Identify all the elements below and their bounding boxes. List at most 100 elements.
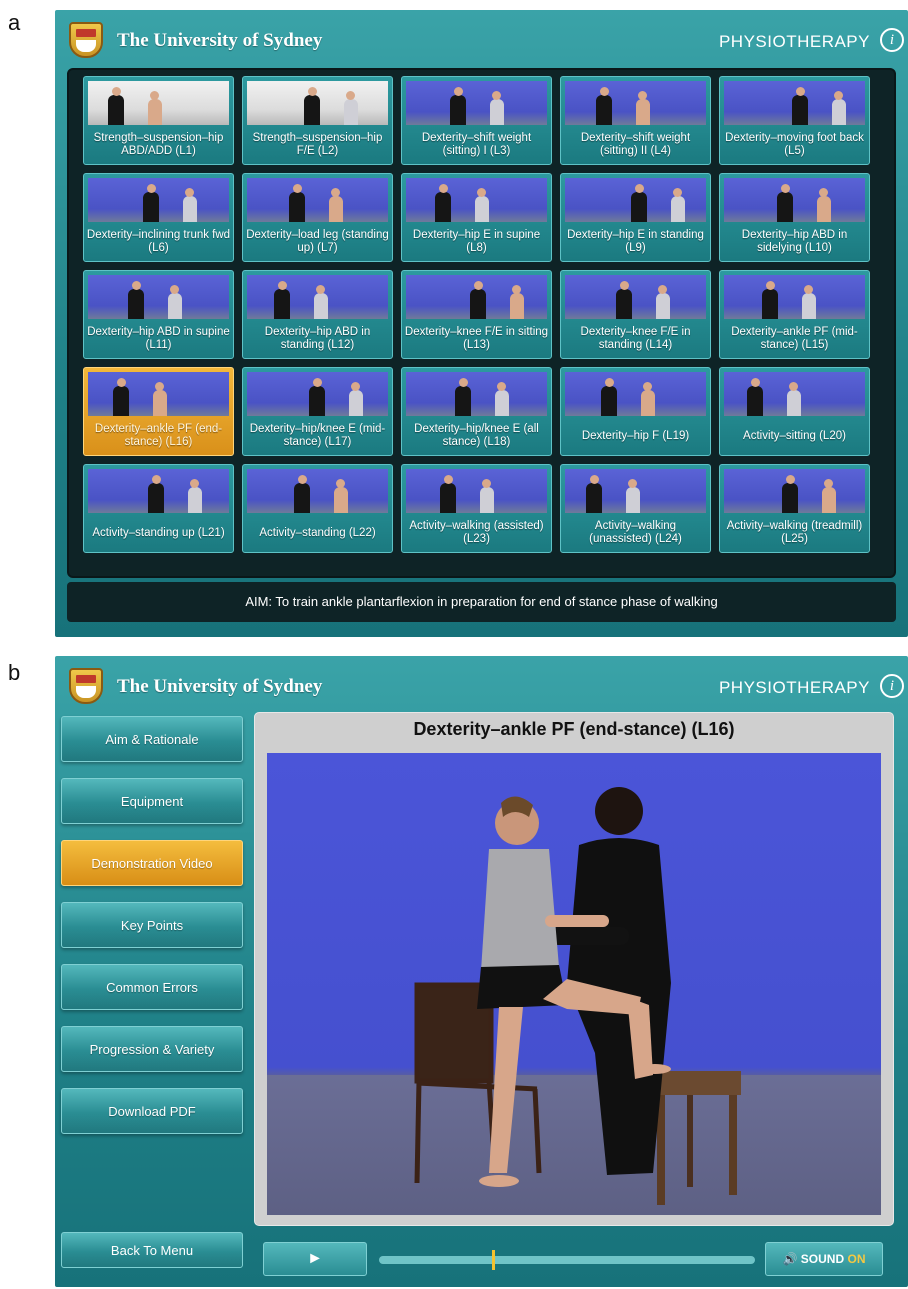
figure-head <box>600 87 609 96</box>
exercise-tile[interactable]: Activity–walking (treadmill) (L25) <box>719 464 870 553</box>
exercise-tile[interactable]: Dexterity–knee F/E in sitting (L13) <box>401 270 552 359</box>
exercise-tile-label: Dexterity–hip E in supine (L8) <box>412 229 541 254</box>
figure-head <box>512 285 521 294</box>
sound-toggle-button[interactable]: 🔊 SOUND ON <box>765 1242 883 1276</box>
back-to-menu-button[interactable]: Back To Menu <box>61 1232 243 1268</box>
patient-silhouette <box>822 487 836 513</box>
section-menu-item[interactable]: Common Errors <box>61 964 243 1010</box>
therapist-silhouette <box>108 95 124 125</box>
patient-silhouette <box>148 99 162 125</box>
figure-head <box>643 382 652 391</box>
therapist-silhouette <box>309 386 325 416</box>
info-icon[interactable]: i <box>880 674 904 698</box>
exercise-tile[interactable]: Activity–standing (L22) <box>242 464 393 553</box>
exercise-tile[interactable]: Dexterity–hip ABD in standing (L12) <box>242 270 393 359</box>
patient-silhouette <box>510 293 524 319</box>
exercise-tile[interactable]: Strength–suspension–hip F/E (L2) <box>242 76 393 165</box>
exercise-thumbnail <box>88 469 229 513</box>
exercise-tile[interactable]: Dexterity–ankle PF (end-stance) (L16) <box>83 367 234 456</box>
therapist-silhouette <box>762 289 778 319</box>
section-menu-item[interactable]: Key Points <box>61 902 243 948</box>
patient-silhouette <box>153 390 167 416</box>
exercise-tile[interactable]: Dexterity–hip E in standing (L9) <box>560 173 711 262</box>
exercise-thumbnail <box>88 81 229 125</box>
exercise-tile-label: Dexterity–knee F/E in standing (L14) <box>580 326 691 351</box>
department-title: PHYSIOTHERAPY <box>718 678 870 697</box>
figure-head <box>316 285 325 294</box>
figure-head <box>492 91 501 100</box>
exercise-tile-label: Dexterity–hip/knee E (mid-stance) (L17) <box>249 423 386 448</box>
therapist-silhouette <box>113 386 129 416</box>
panel-label-a: a <box>8 10 21 35</box>
exercise-tile[interactable]: Dexterity–hip F (L19) <box>560 367 711 456</box>
section-menu-item[interactable]: Progression & Variety <box>61 1026 243 1072</box>
progress-handle[interactable] <box>492 1250 495 1270</box>
therapist-silhouette <box>435 192 451 222</box>
exercise-tile[interactable]: Dexterity–hip E in supine (L8) <box>401 173 552 262</box>
exercise-thumbnail <box>724 275 865 319</box>
exercise-tile[interactable]: Dexterity–moving foot back (L5) <box>719 76 870 165</box>
exercise-tile[interactable]: Dexterity–hip/knee E (mid-stance) (L17) <box>242 367 393 456</box>
section-menu-item[interactable]: Equipment <box>61 778 243 824</box>
patient-silhouette <box>475 196 489 222</box>
figure-head <box>298 475 307 484</box>
exercise-thumbnail <box>565 372 706 416</box>
figure-head <box>331 188 340 197</box>
exercise-tile[interactable]: Activity–sitting (L20) <box>719 367 870 456</box>
figure-head <box>628 479 637 488</box>
demonstration-video[interactable] <box>267 753 881 1215</box>
exercise-thumbnail <box>406 178 547 222</box>
exercise-tile[interactable]: Activity–walking (assisted) (L23) <box>401 464 552 553</box>
patient-silhouette <box>802 293 816 319</box>
exercise-tile[interactable]: Dexterity–hip/knee E (all stance) (L18) <box>401 367 552 456</box>
exercise-tile[interactable]: Dexterity–knee F/E in standing (L14) <box>560 270 711 359</box>
exercise-thumbnail <box>247 275 388 319</box>
figure-head <box>351 382 360 391</box>
figure-head <box>454 87 463 96</box>
figure-head <box>781 184 790 193</box>
video-title: Dexterity–ankle PF (end-stance) (L16) <box>413 719 735 739</box>
exercise-tile-label: Activity–walking (unassisted) (L24) <box>589 520 682 545</box>
exercise-tile[interactable]: Dexterity–shift weight (sitting) II (L4) <box>560 76 711 165</box>
figure-head <box>185 188 194 197</box>
exercise-tile[interactable]: Dexterity–load leg (standing up) (L7) <box>242 173 393 262</box>
patient-silhouette <box>641 390 655 416</box>
figure-head <box>766 281 775 290</box>
therapist-silhouette <box>747 386 763 416</box>
figure-head <box>308 87 317 96</box>
exercise-tile[interactable]: Activity–walking (unassisted) (L24) <box>560 464 711 553</box>
exercise-tile[interactable]: Dexterity–hip ABD in sidelying (L10) <box>719 173 870 262</box>
exercise-thumbnail <box>247 372 388 416</box>
patient-silhouette <box>832 99 846 125</box>
progress-slider[interactable] <box>379 1250 755 1270</box>
exercise-tile-label: Dexterity–load leg (standing up) (L7) <box>246 229 389 254</box>
exercise-thumbnail <box>406 275 547 319</box>
university-title: The University of Sydney <box>117 676 323 697</box>
figure-head <box>477 188 486 197</box>
detail-screen: The University of Sydney PHYSIOTHERAPY i… <box>55 656 908 1287</box>
exercise-thumbnail <box>724 178 865 222</box>
exercise-thumbnail <box>724 81 865 125</box>
section-menu-item[interactable]: Demonstration Video <box>61 840 243 886</box>
therapist-silhouette <box>616 289 632 319</box>
section-menu-item[interactable]: Download PDF <box>61 1088 243 1134</box>
therapist-silhouette <box>596 95 612 125</box>
exercise-thumbnail <box>724 469 865 513</box>
exercise-tile[interactable]: Strength–suspension–hip ABD/ADD (L1) <box>83 76 234 165</box>
exercise-tile[interactable]: Dexterity–inclining trunk fwd (L6) <box>83 173 234 262</box>
figure-head <box>751 378 760 387</box>
exercise-tile-label: Dexterity–hip ABD in sidelying (L10) <box>741 229 848 254</box>
exercise-tile[interactable]: Dexterity–ankle PF (mid-stance) (L15) <box>719 270 870 359</box>
therapist-silhouette <box>294 483 310 513</box>
exercise-thumbnail <box>88 178 229 222</box>
play-button[interactable]: ► <box>263 1242 367 1276</box>
exercise-tile[interactable]: Activity–standing up (L21) <box>83 464 234 553</box>
section-menu-item[interactable]: Aim & Rationale <box>61 716 243 762</box>
exercise-tile[interactable]: Dexterity–hip ABD in supine (L11) <box>83 270 234 359</box>
exercise-tile[interactable]: Dexterity–shift weight (sitting) I (L3) <box>401 76 552 165</box>
info-icon[interactable]: i <box>880 28 904 52</box>
exercise-thumbnail <box>406 469 547 513</box>
patient-silhouette <box>334 487 348 513</box>
university-crest-icon <box>69 668 103 704</box>
figure-head <box>786 475 795 484</box>
